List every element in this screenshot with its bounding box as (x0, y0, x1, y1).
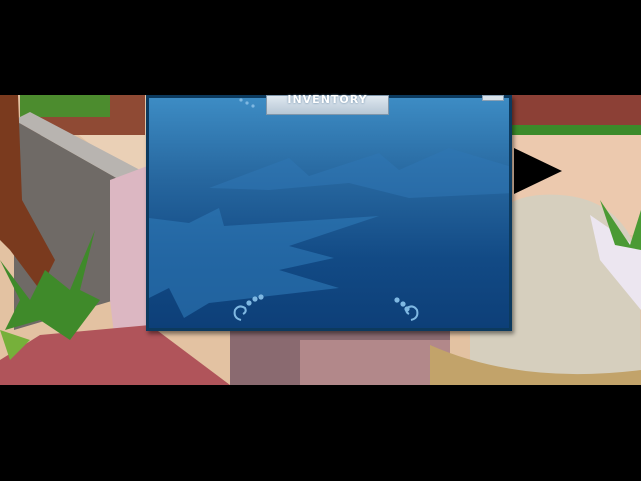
ornate-band (300, 340, 450, 385)
inventory-panel[interactable] (146, 95, 512, 331)
letterbox-bottom (0, 385, 641, 481)
panel-decoration (149, 98, 509, 321)
letterbox-top (0, 0, 641, 95)
splash-shape (149, 208, 379, 318)
swirl-icon (239, 98, 255, 108)
brick-wall-right (512, 95, 641, 127)
next-arrow-icon[interactable] (514, 148, 564, 194)
inventory-title-tab: INVENTORY (266, 93, 389, 115)
close-icon[interactable] (482, 95, 504, 101)
hedge-right (512, 125, 641, 135)
inventory-title: INVENTORY (287, 93, 368, 106)
wave-highlight (209, 148, 509, 198)
hedge-left (20, 95, 110, 117)
swirl-icon (394, 297, 419, 321)
